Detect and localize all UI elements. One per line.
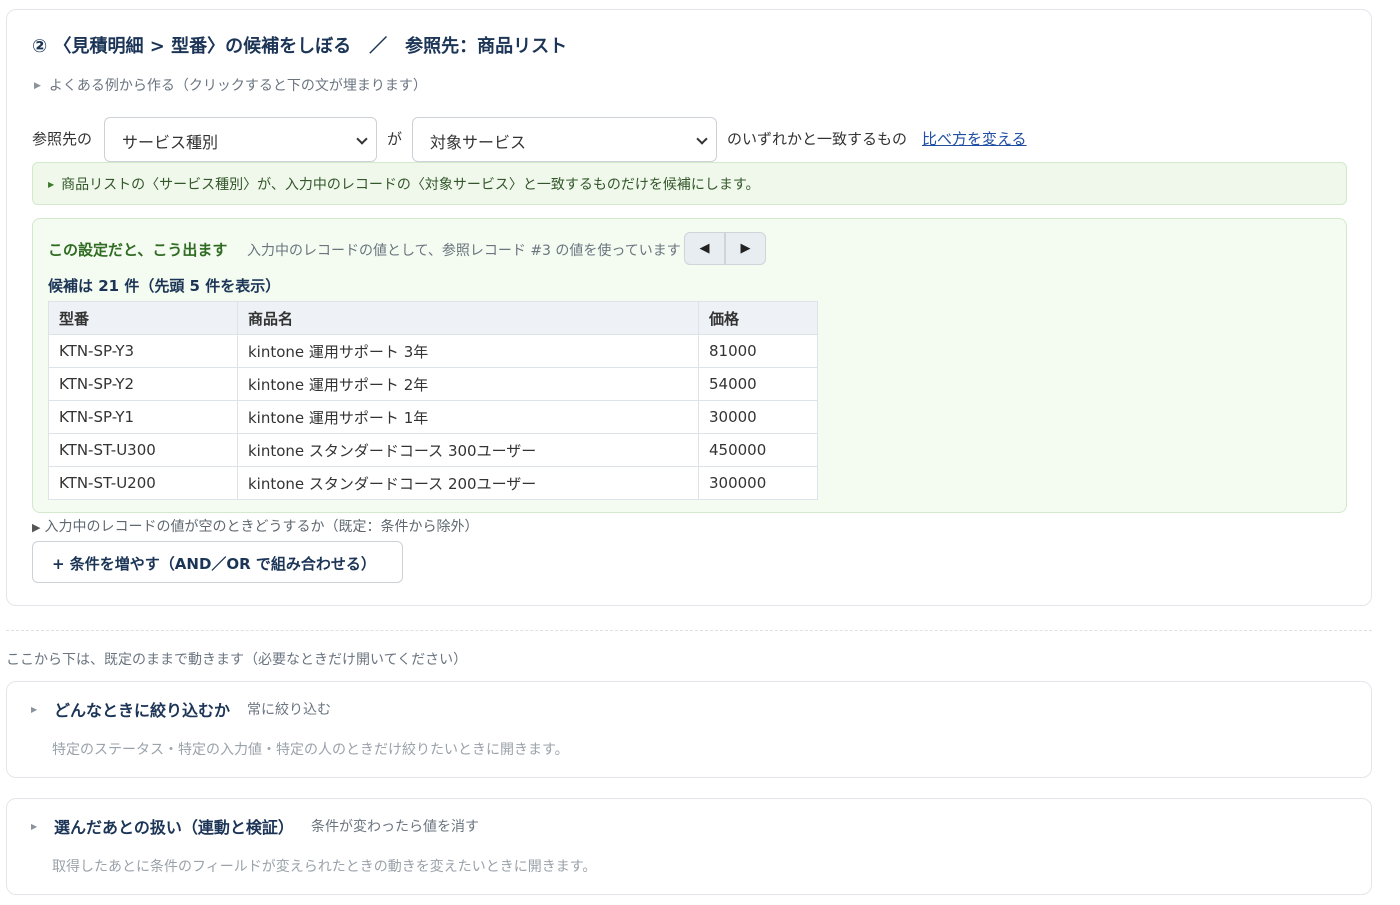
column-header: 型番 [48,301,238,335]
condition-prefix: 参照先の [32,130,93,148]
after-selection-accordion[interactable]: ▶ 選んだあとの扱い（連動と検証） 条件が変わったら値を消す 取得したあとに条件… [6,798,1372,895]
table-cell: 30000 [698,400,818,434]
accordion-value: 条件が変わったら値を消す [311,819,479,835]
table-header-row: 型番 商品名 価格 [48,301,818,335]
column-header: 価格 [698,301,818,335]
table-row: KTN-SP-Y3 kintone 運用サポート 3年 81000 [48,334,818,368]
section-divider [6,630,1372,631]
accordion-title: どんなときに絞り込むか [54,701,231,720]
reference-field-value: サービス種別 [122,133,219,152]
triangle-right-icon: ▶ [31,822,38,831]
preview-panel: この設定だと、こう出ます 入力中のレコードの値として、参照レコード #3 の値を… [32,218,1347,513]
table-cell: KTN-SP-Y1 [48,400,238,434]
condition-connector: が [387,130,403,148]
table-row: KTN-ST-U300 kintone スタンダードコース 300ユーザー 45… [48,433,818,467]
triangle-left-icon: ◀ [699,241,710,256]
next-record-button[interactable]: ▶ [725,232,766,265]
table-cell: 450000 [698,433,818,467]
chevron-down-icon [696,133,708,145]
input-field-value: 対象サービス [430,133,527,152]
input-field-select[interactable]: 対象サービス [412,117,717,162]
column-header: 商品名 [237,301,699,335]
triangle-right-icon: ▶ [31,705,38,714]
when-to-filter-accordion[interactable]: ▶ どんなときに絞り込むか 常に絞り込む 特定のステータス・特定の入力値・特定の… [6,681,1372,778]
table-cell: KTN-ST-U300 [48,433,238,467]
examples-label: よくある例から作る（クリックすると下の文が埋まります） [48,78,427,94]
candidate-count: 候補は 21 件（先頭 5 件を表示） [48,277,281,295]
change-compare-link[interactable]: 比べ方を変える [922,128,1027,149]
triangle-right-icon: ▶ [32,521,41,534]
table-row: KTN-SP-Y1 kintone 運用サポート 1年 30000 [48,400,818,434]
rule-title: ② 〈見積明細 > 型番〉の候補をしぼる ／ 参照先：商品リスト [32,36,568,57]
reference-field-select[interactable]: サービス種別 [104,117,377,162]
table-cell: kintone 運用サポート 3年 [237,334,699,368]
chevron-down-icon [356,133,368,145]
triangle-right-icon: ▶ [740,241,751,256]
accordion-title: 選んだあとの扱い（連動と検証） [54,818,294,837]
table-cell: kintone スタンダードコース 300ユーザー [237,433,699,467]
add-condition-button[interactable]: + 条件を増やす（AND／OR で組み合わせる） [32,541,403,583]
rule-hint: ▶ 商品リストの〈サービス種別〉が、入力中のレコードの〈対象サービス〉と一致するも… [32,162,1347,205]
table-cell: kintone 運用サポート 2年 [237,367,699,401]
table-cell: kintone 運用サポート 1年 [237,400,699,434]
table-cell: kintone スタンダードコース 200ユーザー [237,466,699,500]
accordion-value: 常に絞り込む [247,702,331,718]
table-row: KTN-ST-U200 kintone スタンダードコース 200ユーザー 30… [48,466,818,500]
condition-suffix: のいずれかと一致するもの [727,130,908,148]
prev-record-button[interactable]: ◀ [684,232,725,265]
table-row: KTN-SP-Y2 kintone 運用サポート 2年 54000 [48,367,818,401]
preview-subtext: 入力中のレコードの値として、参照レコード #3 の値を使っています [247,243,681,259]
accordion-description: 取得したあとに条件のフィールドが変えられたときの動きを変えたいときに開きます。 [52,859,597,875]
accordion-description: 特定のステータス・特定の入力値・特定の人のときだけ絞りたいときに開きます。 [52,742,569,758]
table-cell: KTN-SP-Y2 [48,367,238,401]
rule-hint-text: 商品リストの〈サービス種別〉が、入力中のレコードの〈対象サービス〉と一致するもの… [61,177,760,193]
table-cell: KTN-SP-Y3 [48,334,238,368]
triangle-right-icon: ▶ [48,180,55,189]
candidate-table: 型番 商品名 価格 KTN-SP-Y3 kintone 運用サポート 3年 81… [48,301,818,500]
preview-heading: この設定だと、こう出ます [48,241,228,259]
examples-toggle[interactable]: ▶ よくある例から作る（クリックすると下の文が埋まります） [34,75,427,95]
table-cell: 300000 [698,466,818,500]
table-cell: 54000 [698,367,818,401]
filter-rule-card: ② 〈見積明細 > 型番〉の候補をしぼる ／ 参照先：商品リスト ▶ よくある例か… [6,9,1372,606]
empty-value-label: 入力中のレコードの値が空のときどうするか（既定：条件から除外） [44,519,479,535]
empty-value-toggle[interactable]: ▶ 入力中のレコードの値が空のときどうするか（既定：条件から除外） [32,516,478,536]
table-cell: 81000 [698,334,818,368]
triangle-right-icon: ▶ [34,81,41,91]
defaults-note: ここから下は、既定のままで動きます（必要なときだけ開いてください） [6,652,468,668]
table-cell: KTN-ST-U200 [48,466,238,500]
